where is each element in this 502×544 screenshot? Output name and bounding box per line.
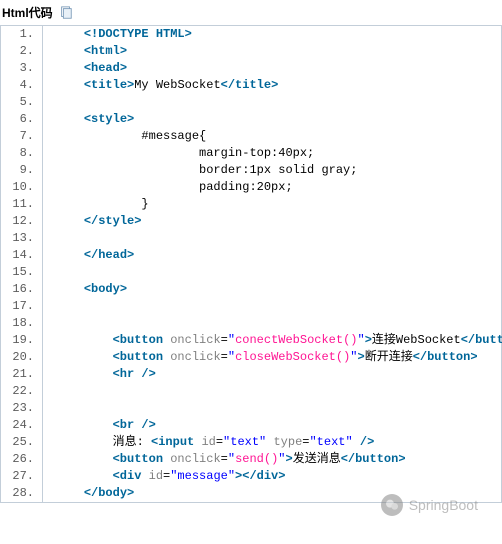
wechat-icon [381, 494, 403, 516]
line-number: 4. [1, 77, 43, 94]
code-content: <head> [43, 60, 127, 77]
code-line: 16. <body> [1, 281, 501, 298]
code-content: } [43, 196, 149, 213]
line-number: 1. [1, 26, 43, 43]
line-number: 11. [1, 196, 43, 213]
code-line: 18. [1, 315, 501, 332]
line-number: 19. [1, 332, 43, 349]
line-number: 14. [1, 247, 43, 264]
line-number: 5. [1, 94, 43, 111]
line-number: 28. [1, 485, 43, 502]
line-number: 17. [1, 298, 43, 315]
watermark-text: SpringBoot [409, 497, 478, 513]
code-line: 24. <br /> [1, 417, 501, 434]
line-number: 6. [1, 111, 43, 128]
code-line: 27. <div id="message"></div> [1, 468, 501, 485]
line-number: 22. [1, 383, 43, 400]
line-number: 21. [1, 366, 43, 383]
line-number: 13. [1, 230, 43, 247]
code-content: <title>My WebSocket</title> [43, 77, 278, 94]
code-line: 12. </style> [1, 213, 501, 230]
code-content: <html> [43, 43, 127, 60]
code-line: 1. <!DOCTYPE HTML> [1, 26, 501, 43]
code-line: 4. <title>My WebSocket</title> [1, 77, 501, 94]
line-number: 25. [1, 434, 43, 451]
line-number: 26. [1, 451, 43, 468]
code-content: border:1px solid gray; [43, 162, 357, 179]
code-content: margin-top:40px; [43, 145, 314, 162]
code-content: </body> [43, 485, 134, 502]
line-number: 10. [1, 179, 43, 196]
line-number: 15. [1, 264, 43, 281]
code-content: </head> [43, 247, 134, 264]
code-content: </style> [43, 213, 141, 230]
copy-icon[interactable] [59, 6, 73, 20]
line-number: 23. [1, 400, 43, 417]
line-number: 8. [1, 145, 43, 162]
code-content: <button onclick="send()">发送消息</button> [43, 451, 406, 468]
code-content: <style> [43, 111, 134, 128]
code-line: 8. margin-top:40px; [1, 145, 501, 162]
code-line: 17. [1, 298, 501, 315]
line-number: 18. [1, 315, 43, 332]
code-content: padding:20px; [43, 179, 293, 196]
code-line: 5. [1, 94, 501, 111]
line-number: 27. [1, 468, 43, 485]
code-content [43, 264, 55, 281]
code-content: <button onclick="conectWebSocket()">连接We… [43, 332, 502, 349]
code-content: <body> [43, 281, 127, 298]
code-block-header: Html代码 [0, 0, 502, 25]
code-line: 6. <style> [1, 111, 501, 128]
watermark: SpringBoot [381, 494, 478, 516]
code-line: 26. <button onclick="send()">发送消息</butto… [1, 451, 501, 468]
code-content: <div id="message"></div> [43, 468, 285, 485]
code-content [43, 383, 55, 400]
code-line: 25. 消息: <input id="text" type="text" /> [1, 434, 501, 451]
line-number: 20. [1, 349, 43, 366]
line-number: 12. [1, 213, 43, 230]
line-number: 24. [1, 417, 43, 434]
code-line: 22. [1, 383, 501, 400]
code-content: #message{ [43, 128, 206, 145]
line-number: 7. [1, 128, 43, 145]
code-content: 消息: <input id="text" type="text" /> [43, 434, 374, 451]
code-line: 14. </head> [1, 247, 501, 264]
code-line: 23. [1, 400, 501, 417]
code-line: 2. <html> [1, 43, 501, 60]
line-number: 3. [1, 60, 43, 77]
code-line: 3. <head> [1, 60, 501, 77]
code-line: 11. } [1, 196, 501, 213]
code-content: <!DOCTYPE HTML> [43, 26, 192, 43]
code-content: <hr /> [43, 366, 156, 383]
code-content [43, 315, 55, 332]
code-line: 7. #message{ [1, 128, 501, 145]
code-content [43, 400, 55, 417]
code-block-title: Html代码 [2, 4, 53, 21]
code-line: 20. <button onclick="closeWebSocket()">断… [1, 349, 501, 366]
code-content: <button onclick="closeWebSocket()">断开连接<… [43, 349, 478, 366]
code-line: 19. <button onclick="conectWebSocket()">… [1, 332, 501, 349]
code-line: 10. padding:20px; [1, 179, 501, 196]
code-line: 13. [1, 230, 501, 247]
code-line: 15. [1, 264, 501, 281]
code-line: 21. <hr /> [1, 366, 501, 383]
code-line: 9. border:1px solid gray; [1, 162, 501, 179]
code-block: 1. <!DOCTYPE HTML>2. <html>3. <head>4. <… [0, 25, 502, 503]
line-number: 9. [1, 162, 43, 179]
line-number: 2. [1, 43, 43, 60]
line-number: 16. [1, 281, 43, 298]
code-content [43, 298, 55, 315]
code-content: <br /> [43, 417, 156, 434]
code-content [43, 230, 55, 247]
code-content [43, 94, 55, 111]
